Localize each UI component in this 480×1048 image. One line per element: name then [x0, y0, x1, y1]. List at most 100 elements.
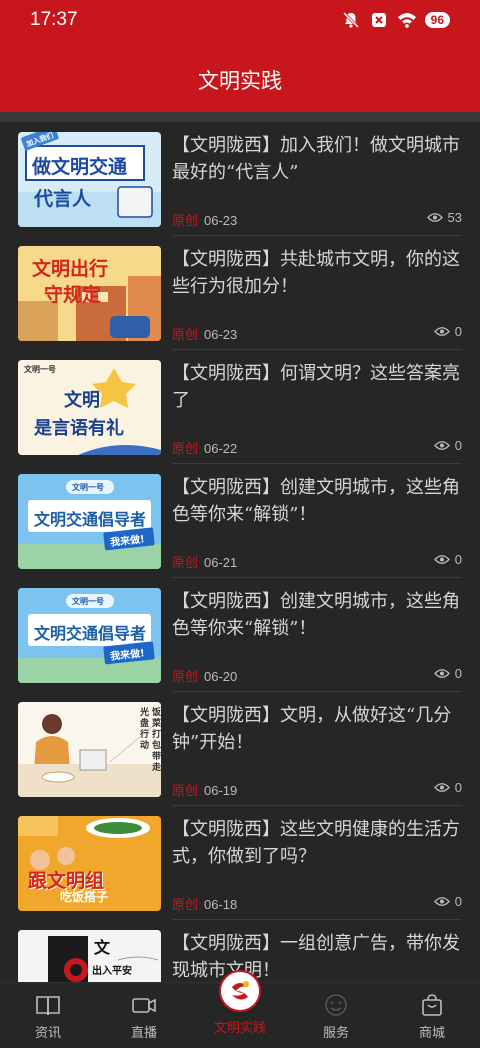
eye-icon — [433, 441, 450, 450]
article-item[interactable]: 光盘行动 饭菜打包带走 【文明陇西】文明，从做好这“几分钟”开始！ 原创 06-1… — [18, 692, 462, 806]
shopping-bag-icon — [422, 994, 442, 1016]
article-title[interactable]: 【文明陇西】加入我们！做文明城市最好的“代言人” — [172, 132, 464, 186]
article-date: 06-22 — [204, 441, 238, 456]
civilization-logo-icon[interactable] — [219, 970, 261, 1012]
thumb-text: 文 — [94, 938, 111, 957]
article-thumbnail: 文明一号 文明交通倡导者 我来做! — [18, 588, 161, 683]
view-count: 0 — [433, 780, 462, 795]
wifi-icon — [397, 10, 417, 30]
article-thumbnail: 跟文明组 吃饭搭子 — [18, 816, 161, 911]
video-camera-icon — [132, 998, 156, 1013]
view-count: 0 — [433, 438, 462, 453]
article-meta: 原创 06-22 — [172, 438, 237, 457]
article-title[interactable]: 【文明陇西】共赴城市文明，你的这些行为很加分！ — [172, 246, 464, 300]
smile-icon — [325, 994, 347, 1016]
nav-live[interactable]: 直播 — [96, 993, 192, 1041]
battery-indicator: 96 — [424, 12, 450, 28]
view-count-value: 0 — [454, 894, 462, 909]
article-date: 06-19 — [204, 783, 238, 798]
thumb-text: 文明交通倡导者 — [34, 624, 147, 643]
view-count: 0 — [433, 894, 462, 909]
eye-icon — [433, 669, 450, 678]
page-title: 文明实践 — [198, 69, 282, 93]
nav-service[interactable]: 服务 — [288, 993, 384, 1041]
article-date: 06-18 — [204, 897, 238, 912]
thumb-badge: 文明一号 — [24, 365, 56, 374]
article-item[interactable]: 跟文明组 吃饭搭子 【文明陇西】这些文明健康的生活方式，你做到了吗？ 原创 06-… — [18, 806, 462, 920]
article-meta: 原创 06-18 — [172, 894, 237, 913]
article-date: 06-23 — [204, 327, 238, 342]
article-meta: 原创 06-23 — [172, 324, 237, 343]
article-title[interactable]: 【文明陇西】一组创意广告，带你发现城市文明！ — [172, 930, 464, 982]
original-tag: 原创 — [172, 327, 199, 342]
nav-mall[interactable]: 商城 — [384, 993, 480, 1041]
article-item[interactable]: 文明出行 守规定 【文明陇西】共赴城市文明，你的这些行为很加分！ 原创 06-23… — [18, 236, 462, 350]
original-tag: 原创 — [172, 555, 199, 570]
nav-label: 文明实践 — [213, 1021, 266, 1036]
article-list[interactable]: 做文明交通 代言人 加入我们 【文明陇西】加入我们！做文明城市最好的“代言人” … — [0, 122, 480, 982]
article-date: 06-23 — [204, 213, 238, 228]
article-thumbnail: 文明一号 文明 是言语有礼 — [18, 360, 161, 455]
thumb-text: 出入平安 — [92, 966, 132, 977]
thumb-text: 守规定 — [44, 284, 102, 306]
view-count-value: 0 — [454, 324, 462, 339]
nav-civilization[interactable]: 文明实践 — [192, 1017, 288, 1036]
original-tag: 原创 — [172, 897, 199, 912]
thumb-text: 做文明交通 — [32, 156, 128, 178]
article-thumbnail: 做文明交通 代言人 加入我们 — [18, 132, 161, 227]
view-count-value: 53 — [447, 210, 462, 225]
original-tag: 原创 — [172, 213, 199, 228]
nav-news[interactable]: 资讯 — [0, 993, 96, 1041]
article-title[interactable]: 【文明陇西】文明，从做好这“几分钟”开始！ — [172, 702, 464, 756]
article-thumbnail: 文 出入平安 — [18, 930, 161, 982]
book-icon — [36, 996, 60, 1016]
status-time: 17:37 — [30, 9, 78, 30]
thumb-text: 文明出行 — [32, 258, 109, 280]
article-meta: 原创 06-19 — [172, 780, 237, 799]
thumb-text: 吃饭搭子 — [60, 890, 109, 904]
article-meta: 原创 06-20 — [172, 666, 237, 685]
eye-icon — [433, 327, 450, 336]
eye-icon — [433, 555, 450, 564]
article-date: 06-21 — [204, 555, 238, 570]
original-tag: 原创 — [172, 669, 199, 684]
view-count-value: 0 — [454, 780, 462, 795]
article-thumbnail: 文明出行 守规定 — [18, 246, 161, 341]
view-count-value: 0 — [454, 666, 462, 681]
article-item[interactable]: 文明一号 文明交通倡导者 我来做! 【文明陇西】创建文明城市，这些角色等你来“解… — [18, 464, 462, 578]
article-title[interactable]: 【文明陇西】何谓文明？这些答案亮了 — [172, 360, 464, 414]
article-item[interactable]: 文明一号 文明 是言语有礼 【文明陇西】何谓文明？这些答案亮了 原创 06-22 … — [18, 350, 462, 464]
thumb-text: 文明 — [64, 390, 100, 411]
nav-label: 服务 — [322, 1026, 349, 1041]
view-count: 0 — [433, 552, 462, 567]
thumb-text: 饭菜打包带走 — [152, 708, 161, 773]
thumb-text: 是言语有礼 — [34, 418, 124, 439]
thumb-text: 光盘行动 — [140, 708, 150, 751]
article-item[interactable]: 文明一号 文明交通倡导者 我来做! 【文明陇西】创建文明城市，这些角色等你来“解… — [18, 578, 462, 692]
eye-icon — [433, 897, 450, 906]
thumb-text: 文明交通倡导者 — [34, 510, 147, 529]
article-item[interactable]: 做文明交通 代言人 加入我们 【文明陇西】加入我们！做文明城市最好的“代言人” … — [18, 122, 462, 236]
view-count: 53 — [426, 210, 462, 225]
thumb-text: 代言人 — [34, 188, 92, 210]
article-title[interactable]: 【文明陇西】创建文明城市，这些角色等你来“解锁”！ — [172, 588, 464, 642]
nav-label: 资讯 — [34, 1026, 61, 1041]
status-bar: 17:37 96 — [0, 0, 480, 40]
article-date: 06-20 — [204, 669, 238, 684]
article-thumbnail: 光盘行动 饭菜打包带走 — [18, 702, 161, 797]
nav-label: 商城 — [418, 1026, 445, 1041]
article-title[interactable]: 【文明陇西】这些文明健康的生活方式，你做到了吗？ — [172, 816, 464, 870]
view-count: 0 — [433, 324, 462, 339]
no-sim-icon — [369, 10, 389, 30]
article-title[interactable]: 【文明陇西】创建文明城市，这些角色等你来“解锁”！ — [172, 474, 464, 528]
header-divider — [0, 112, 480, 122]
article-meta: 原创 06-23 — [172, 210, 237, 229]
thumb-badge: 文明一号 — [72, 597, 104, 606]
nav-label: 直播 — [130, 1026, 157, 1041]
original-tag: 原创 — [172, 783, 199, 798]
mute-icon — [341, 10, 361, 30]
article-thumbnail: 文明一号 文明交通倡导者 我来做! — [18, 474, 161, 569]
view-count: 0 — [433, 666, 462, 681]
view-count-value: 0 — [454, 552, 462, 567]
app-header: 17:37 96 文明实践 — [0, 0, 480, 112]
